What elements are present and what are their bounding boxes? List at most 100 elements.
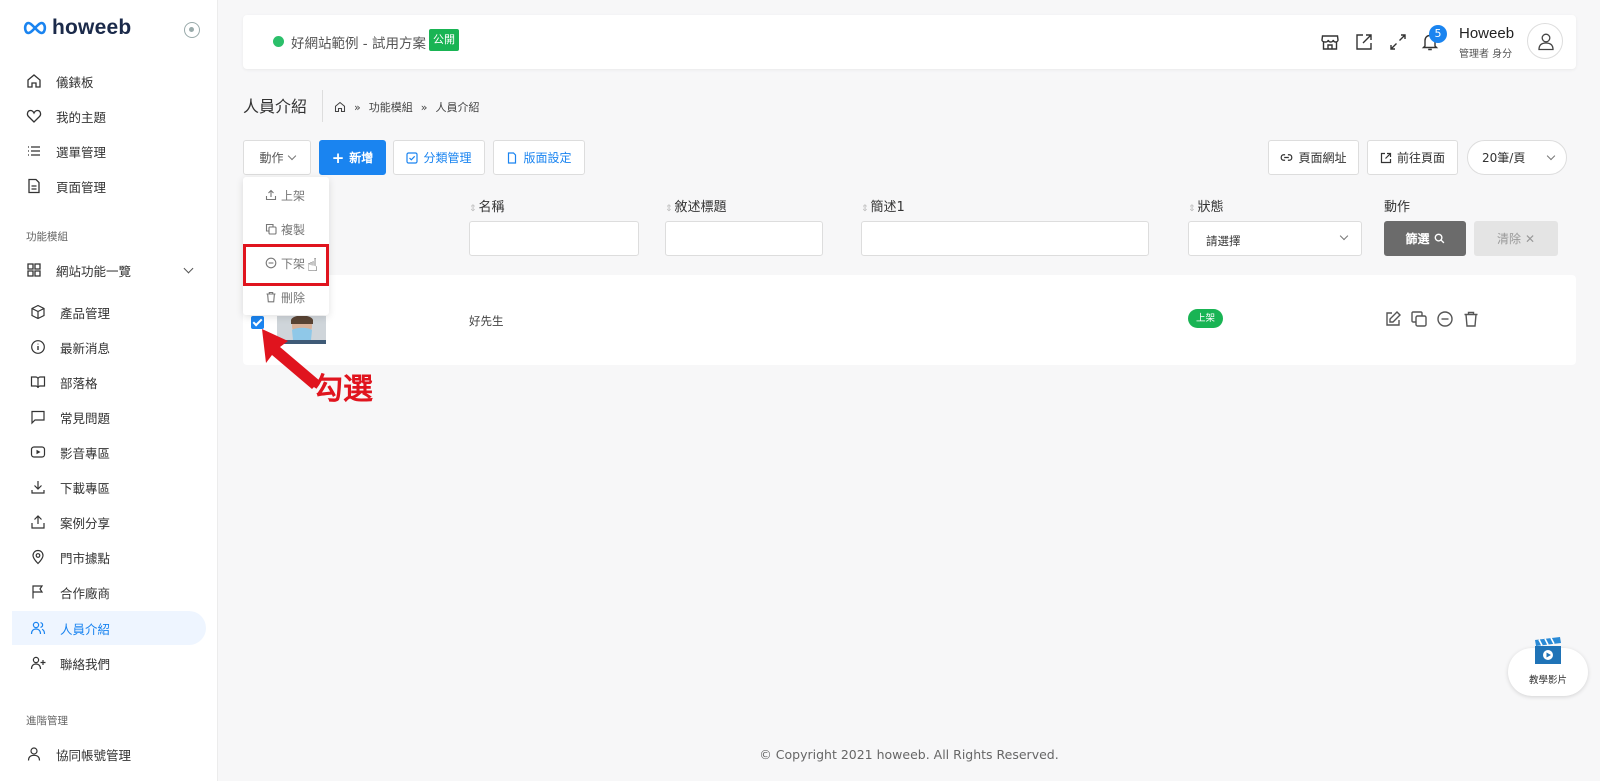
title-divider xyxy=(322,90,323,122)
action-dropdown-button[interactable]: 動作 xyxy=(243,140,311,175)
logo-text: howeeb xyxy=(52,16,132,39)
filter-button[interactable]: 篩選 xyxy=(1384,221,1466,256)
list-icon xyxy=(28,146,40,156)
heart-icon xyxy=(26,109,42,123)
goto-page-button[interactable]: 前往頁面 xyxy=(1367,140,1458,175)
layout-settings-button[interactable]: 版面設定 xyxy=(493,140,585,175)
site-name: 好網站範例 - 試用方案 xyxy=(291,36,426,52)
sidebar-item-label: 人員介紹 xyxy=(60,621,111,637)
copy-icon[interactable] xyxy=(1410,310,1428,328)
notification-count-badge: 5 xyxy=(1429,25,1447,43)
video-icon xyxy=(30,446,46,458)
tutorial-label: 教學影片 xyxy=(1528,675,1567,686)
sidebar-item-video[interactable]: 影音專區 xyxy=(12,435,206,469)
edit-icon[interactable] xyxy=(1384,310,1402,328)
add-label: 新增 xyxy=(349,151,374,165)
add-button[interactable]: + 新增 xyxy=(319,140,386,175)
sidebar-item-label: 最新消息 xyxy=(60,340,111,356)
sidebar-item-team[interactable]: 人員介紹 xyxy=(12,611,206,645)
column-header-summary[interactable]: ⇕ 簡述1 xyxy=(861,196,905,215)
clapperboard-icon xyxy=(1535,637,1561,664)
sidebar-item-stores[interactable]: 門市據點 xyxy=(12,540,206,574)
sidebar-item-blog[interactable]: 部落格 xyxy=(12,365,206,399)
sidebar-section-title: 功能模組 xyxy=(26,231,68,243)
breadcrumb-separator: » xyxy=(420,100,428,114)
sidebar-collapse-icon[interactable] xyxy=(184,22,200,38)
sidebar-item-download[interactable]: 下載專區 xyxy=(12,470,206,504)
sidebar-item-my-theme[interactable]: 我的主題 xyxy=(12,99,206,133)
top-header: 好網站範例 - 試用方案 公開 5 Howeeb 管理者 身分 xyxy=(243,15,1576,69)
row-name: 好先生 xyxy=(469,314,504,328)
chevron-down-icon xyxy=(1339,231,1349,241)
file-icon xyxy=(28,178,40,194)
table-card xyxy=(243,275,1576,365)
logo[interactable]: howeeb xyxy=(22,16,131,40)
fullscreen-icon[interactable] xyxy=(1388,32,1408,52)
sidebar-item-pages[interactable]: 頁面管理 xyxy=(12,169,206,203)
sidebar-item-news[interactable]: 最新消息 xyxy=(12,330,206,364)
sidebar-item-label: 案例分享 xyxy=(60,515,111,531)
sidebar-item-label: 網站功能一覽 xyxy=(56,263,132,279)
clear-label: 清除 xyxy=(1496,232,1521,246)
sidebar-group-site-features[interactable]: 網站功能一覽 xyxy=(12,253,206,287)
breadcrumb-separator: » xyxy=(354,100,361,114)
store-icon[interactable] xyxy=(1320,32,1340,52)
breadcrumb-item[interactable]: 功能模組 xyxy=(369,99,413,115)
menu-item-publish[interactable]: 上架 xyxy=(243,178,329,212)
home-icon[interactable] xyxy=(334,101,346,113)
sidebar-item-dashboard[interactable]: 儀錶板 xyxy=(12,64,206,98)
per-page-select[interactable]: 20筆/頁 xyxy=(1467,140,1567,175)
sidebar-item-contact[interactable]: 聯絡我們 xyxy=(12,646,206,680)
message-icon xyxy=(31,410,45,425)
page-url-label: 頁面網址 xyxy=(1298,151,1347,165)
copy-icon xyxy=(265,223,277,235)
sidebar-item-label: 聯絡我們 xyxy=(60,656,111,672)
subtitle-filter-input[interactable] xyxy=(665,221,823,256)
upload-icon xyxy=(265,189,277,201)
user-role: 管理者 身分 xyxy=(1459,49,1513,60)
sidebar-item-products[interactable]: 產品管理 xyxy=(12,295,206,329)
sidebar-item-label: 產品管理 xyxy=(60,305,111,321)
minus-circle-icon[interactable] xyxy=(1436,310,1454,328)
column-header-name[interactable]: ⇕ 名稱 xyxy=(469,196,505,215)
hand-cursor-icon: ☝ xyxy=(307,255,318,276)
sidebar-item-partners[interactable]: 合作廠商 xyxy=(12,575,206,609)
avatar[interactable] xyxy=(1527,23,1563,59)
page-url-button[interactable]: 頁面網址 xyxy=(1268,140,1359,175)
flag-icon xyxy=(32,585,44,599)
info-icon xyxy=(31,340,45,354)
sort-icon: ⇕ xyxy=(665,204,673,214)
summary-filter-input[interactable] xyxy=(861,221,1149,256)
sidebar-item-menu[interactable]: 選單管理 xyxy=(12,134,206,168)
sort-icon: ⇕ xyxy=(469,204,477,214)
breadcrumb-item-current: 人員介紹 xyxy=(435,101,480,114)
menu-item-duplicate[interactable]: 複製 xyxy=(243,212,329,246)
copyright-text: © Copyright 2021 howeeb. All Rights Rese… xyxy=(759,747,1059,762)
infinity-logo-icon xyxy=(23,21,47,35)
download-icon xyxy=(31,481,45,494)
external-link-icon[interactable] xyxy=(1354,32,1374,52)
sidebar-item-cases[interactable]: 案例分享 xyxy=(12,505,206,539)
sidebar-item-label: 影音專區 xyxy=(60,445,111,461)
column-header-subtitle[interactable]: ⇕ 敘述標題 xyxy=(665,196,727,215)
name-filter-input[interactable] xyxy=(469,221,639,256)
per-page-value: 20筆/頁 xyxy=(1482,151,1526,165)
share-icon xyxy=(31,515,45,529)
column-header-status[interactable]: ⇕ 狀態 xyxy=(1188,196,1224,215)
status-filter-select[interactable]: 請選擇 xyxy=(1188,221,1362,256)
status-badge: 上架 xyxy=(1188,309,1224,328)
external-link-icon xyxy=(1380,152,1392,163)
filter-label: 篩選 xyxy=(1405,232,1430,246)
sidebar-item-label: 選單管理 xyxy=(56,144,107,160)
box-icon xyxy=(31,304,45,320)
user-name: Howeeb xyxy=(1459,25,1515,42)
tutorial-video-button[interactable]: 教學影片 xyxy=(1506,636,1590,700)
clear-button[interactable]: 清除 ✕ xyxy=(1474,221,1558,256)
trash-icon[interactable] xyxy=(1462,310,1480,328)
plus-icon: + xyxy=(331,148,345,167)
link-icon xyxy=(1281,154,1293,161)
sidebar-section-title: 進階管理 xyxy=(26,715,68,727)
category-manage-button[interactable]: 分類管理 xyxy=(393,140,485,175)
trash-icon xyxy=(266,291,276,303)
sidebar-item-faq[interactable]: 常見問題 xyxy=(12,400,206,434)
